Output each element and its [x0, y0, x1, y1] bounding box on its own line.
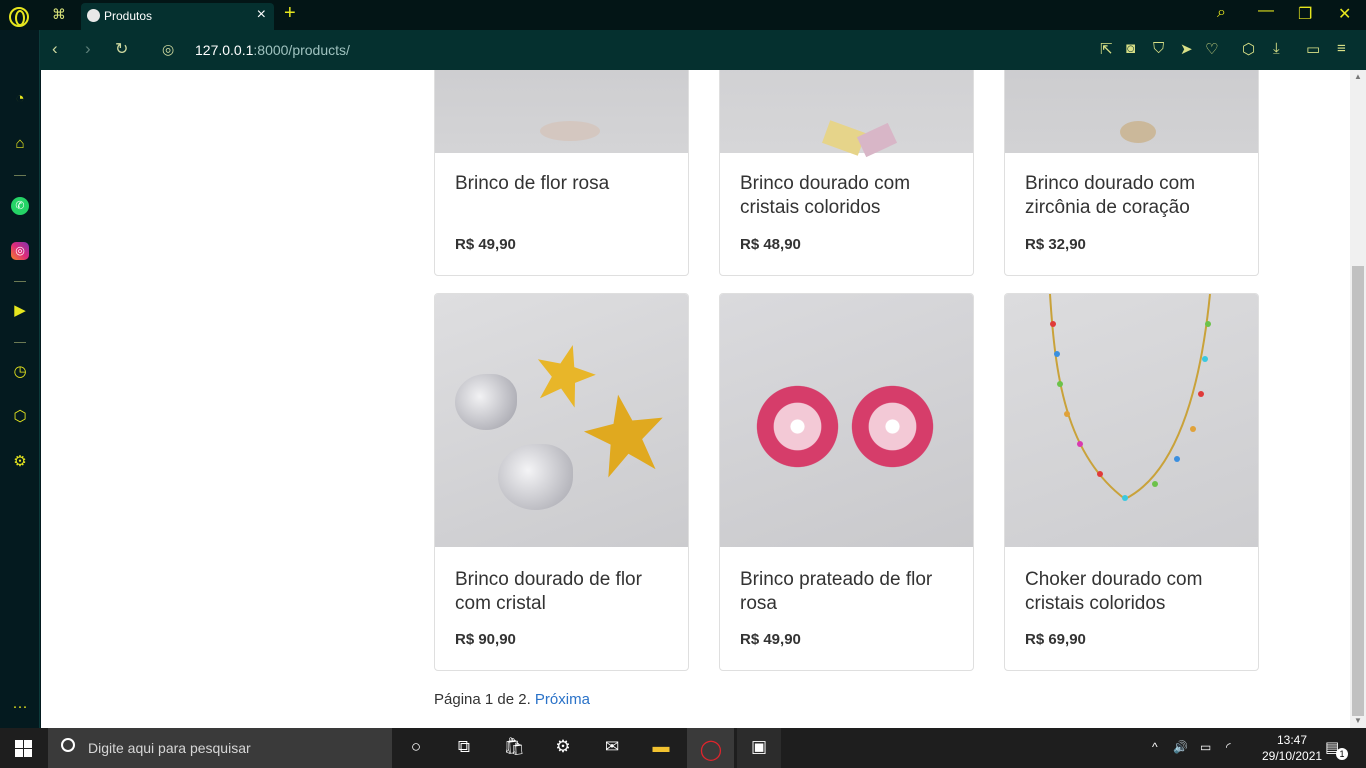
sidebar-divider: [14, 175, 26, 176]
restore-icon[interactable]: ❐: [1298, 4, 1312, 24]
windows-taskbar: Digite aqui para pesquisar ○ ⧉ 🛍 ⚙ ✉ ▬ ◯…: [0, 728, 1366, 768]
heart-icon[interactable]: ♡: [1205, 40, 1218, 58]
extensions-icon[interactable]: ⬡: [11, 408, 29, 426]
product-price: R$ 69,90: [1025, 631, 1086, 648]
clock-date: 29/10/2021: [1262, 749, 1323, 763]
terminal-icon[interactable]: ▣: [747, 737, 771, 759]
file-explorer-icon[interactable]: ▬: [649, 737, 673, 759]
player-icon[interactable]: ▶: [11, 302, 29, 320]
whatsapp-icon[interactable]: ✆: [11, 197, 29, 215]
scroll-down-icon[interactable]: ▼: [1354, 716, 1362, 725]
product-price: R$ 49,90: [740, 631, 801, 648]
cube-icon[interactable]: ⬡: [1242, 40, 1255, 58]
notification-count-badge: 1: [1336, 748, 1348, 760]
vpn-shield-icon[interactable]: ⛉: [1153, 40, 1164, 57]
gamepad-icon[interactable]: ⌘: [52, 6, 66, 23]
product-name[interactable]: Brinco dourado com cristais coloridos: [740, 172, 965, 220]
choker-necklace-graphic: [1049, 294, 1211, 501]
product-card[interactable]: Brinco prateado de flor rosa R$ 49,90: [719, 293, 974, 671]
opera-menu-icon[interactable]: [9, 7, 29, 27]
page-scrollbar[interactable]: ▲ ▼: [1350, 70, 1366, 728]
product-image[interactable]: [720, 70, 973, 158]
reload-icon[interactable]: ↻: [115, 39, 128, 59]
back-icon[interactable]: ‹: [52, 39, 58, 59]
more-icon[interactable]: ···: [11, 698, 29, 716]
product-card[interactable]: Brinco dourado com zircônia de coração R…: [1004, 70, 1259, 276]
product-card[interactable]: Brinco dourado com cristais coloridos R$…: [719, 70, 974, 276]
share-icon[interactable]: ⇱: [1100, 40, 1113, 58]
opera-browser-icon[interactable]: ◯: [699, 737, 723, 761]
easy-setup-icon[interactable]: ≡: [1337, 40, 1346, 57]
sidebar-divider: [14, 342, 26, 343]
scroll-thumb[interactable]: [1352, 266, 1364, 716]
pagination-status: Página 1 de 2.: [434, 691, 531, 708]
cortana-icon[interactable]: ○: [404, 737, 428, 759]
settings-icon[interactable]: ⚙: [11, 453, 29, 471]
download-icon[interactable]: ⤓: [1273, 40, 1280, 57]
product-name[interactable]: Brinco prateado de flor rosa: [740, 568, 965, 616]
minimize-icon[interactable]: —: [1258, 2, 1274, 20]
wifi-icon[interactable]: ◜: [1226, 740, 1231, 754]
browser-tab-strip: ⌘ Produtos × + ⌕ — ❐ ✕: [0, 0, 1366, 30]
tab-produtos[interactable]: Produtos ×: [81, 3, 274, 30]
product-name[interactable]: Brinco dourado de flor com cristal: [455, 568, 680, 616]
close-window-icon[interactable]: ✕: [1338, 4, 1351, 24]
product-price: R$ 32,90: [1025, 236, 1086, 253]
browser-sidebar: ◔ ⌂ ✆ ◎ ▶ ◷ ⬡ ⚙ ···: [0, 30, 40, 728]
instagram-icon[interactable]: ◎: [11, 242, 29, 260]
forward-icon[interactable]: ›: [85, 39, 91, 59]
product-image[interactable]: [1005, 70, 1258, 153]
taskbar-search-placeholder: Digite aqui para pesquisar: [88, 740, 251, 756]
product-price: R$ 90,90: [455, 631, 516, 648]
clock-time: 13:47: [1276, 733, 1308, 747]
taskbar-search-box[interactable]: Digite aqui para pesquisar: [48, 728, 392, 768]
search-tabs-icon[interactable]: ⌕: [1217, 4, 1226, 22]
product-card[interactable]: Brinco de flor rosa R$ 49,90: [434, 70, 689, 276]
taskbar-clock[interactable]: 13:47 29/10/2021: [1262, 732, 1322, 764]
history-icon[interactable]: ◷: [11, 363, 29, 381]
shopping-icon[interactable]: ⌂: [11, 135, 29, 153]
tray-chevron-icon[interactable]: ^: [1152, 740, 1158, 754]
volume-icon[interactable]: 🔊: [1173, 740, 1188, 754]
battery-tray-icon[interactable]: ▭: [1200, 740, 1211, 754]
battery-icon[interactable]: ▭: [1306, 40, 1320, 58]
product-image[interactable]: [1005, 294, 1258, 547]
mail-icon[interactable]: ✉: [600, 737, 624, 759]
sidebar-divider: [14, 281, 26, 282]
globe-icon: [87, 9, 100, 22]
page-content: Brinco de flor rosa R$ 49,90 Brinco dour…: [41, 70, 1350, 728]
tab-title: Produtos: [104, 9, 153, 23]
url-field[interactable]: 127.0.0.1:8000/products/: [195, 42, 350, 58]
product-price: R$ 49,90: [455, 236, 516, 253]
search-icon: [61, 738, 75, 752]
task-view-icon[interactable]: ⧉: [452, 737, 476, 759]
product-name[interactable]: Brinco dourado com zircônia de coração: [1025, 172, 1250, 220]
site-info-icon[interactable]: ◎: [162, 41, 174, 58]
store-icon[interactable]: 🛍: [502, 737, 526, 759]
send-icon[interactable]: ➤: [1180, 40, 1193, 58]
product-card[interactable]: Brinco dourado de flor com cristal R$ 90…: [434, 293, 689, 671]
product-name[interactable]: Choker dourado com cristais coloridos: [1025, 568, 1250, 616]
pagination: Página 1 de 2. Próxima: [434, 691, 590, 708]
product-image[interactable]: [720, 294, 973, 547]
product-price: R$ 48,90: [740, 236, 801, 253]
close-tab-icon[interactable]: ×: [257, 6, 266, 24]
scroll-up-icon[interactable]: ▲: [1354, 72, 1362, 81]
product-image[interactable]: [435, 294, 688, 547]
product-name[interactable]: Brinco de flor rosa: [455, 172, 680, 196]
new-tab-button[interactable]: +: [284, 2, 296, 25]
camera-icon[interactable]: ◙: [1126, 40, 1135, 57]
next-page-link[interactable]: Próxima: [535, 691, 590, 708]
settings-app-icon[interactable]: ⚙: [551, 737, 575, 759]
product-card[interactable]: Choker dourado com cristais coloridos R$…: [1004, 293, 1259, 671]
address-bar-row: ‹ › ↻ ◎ 127.0.0.1:8000/products/ ⇱ ◙ ⛉ ➤…: [40, 30, 1366, 70]
speed-dial-icon[interactable]: ◔: [11, 90, 29, 108]
windows-start-icon[interactable]: [15, 740, 32, 757]
product-image[interactable]: [435, 70, 688, 153]
